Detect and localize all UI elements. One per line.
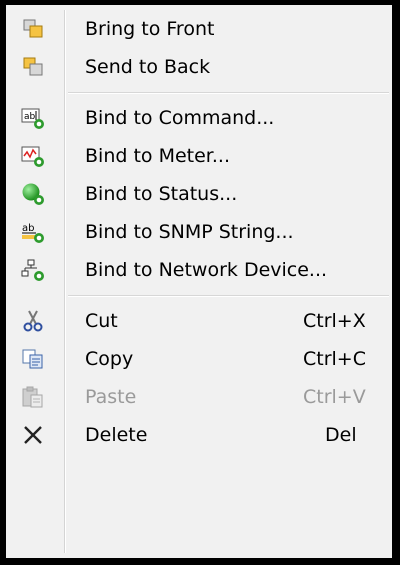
menu-item-bring-to-front[interactable]: Bring to Front xyxy=(9,10,389,48)
menu-item-label: Bind to Network Device... xyxy=(85,259,328,281)
menu-item-bind-to-command[interactable]: ab Bind to Command... xyxy=(9,99,389,137)
menu-item-label: Copy xyxy=(85,348,134,370)
menu-item-shortcut: Ctrl+C xyxy=(303,348,366,370)
menu-separator xyxy=(68,295,389,297)
menu-item-label: Bind to Meter... xyxy=(85,145,230,167)
menu-item-bind-to-snmp-string[interactable]: ab Bind to SNMP String... xyxy=(9,213,389,251)
scissors-icon xyxy=(21,309,45,333)
menu-item-delete[interactable]: Delete Del xyxy=(9,416,389,454)
menu-item-label: Bind to Status... xyxy=(85,183,238,205)
menu-item-label: Bring to Front xyxy=(85,18,215,40)
svg-text:ab: ab xyxy=(24,112,36,122)
bind-snmp-string-icon: ab xyxy=(21,220,45,244)
delete-x-icon xyxy=(21,423,45,447)
menu-item-label: Cut xyxy=(85,310,118,332)
menu-item-label: Bind to SNMP String... xyxy=(85,221,294,243)
send-to-back-icon xyxy=(21,55,45,79)
paste-icon xyxy=(21,385,45,409)
bind-meter-icon xyxy=(21,144,45,168)
bind-status-icon xyxy=(21,182,45,206)
menu-item-bind-to-network-device[interactable]: Bind to Network Device... xyxy=(9,251,389,289)
copy-icon xyxy=(21,347,45,371)
bind-network-device-icon xyxy=(21,258,45,282)
menu-item-shortcut: Ctrl+V xyxy=(303,386,366,408)
bind-command-icon: ab xyxy=(21,106,45,130)
bring-to-front-icon xyxy=(21,17,45,41)
menu-item-copy[interactable]: Copy Ctrl+C xyxy=(9,340,389,378)
menu-item-shortcut: Del xyxy=(325,424,357,446)
menu-item-send-to-back[interactable]: Send to Back xyxy=(9,48,389,86)
menu-item-shortcut: Ctrl+X xyxy=(303,310,366,332)
menu-separator xyxy=(68,92,389,94)
menu-item-bind-to-status[interactable]: Bind to Status... xyxy=(9,175,389,213)
context-menu: Bring to Front Send to Back ab Bind to C… xyxy=(6,5,392,558)
menu-item-label: Send to Back xyxy=(85,56,211,78)
menu-item-paste: Paste Ctrl+V xyxy=(9,378,389,416)
menu-item-cut[interactable]: Cut Ctrl+X xyxy=(9,302,389,340)
menu-item-label: Bind to Command... xyxy=(85,107,275,129)
svg-text:ab: ab xyxy=(22,223,34,234)
menu-item-label: Delete xyxy=(85,424,148,446)
menu-item-bind-to-meter[interactable]: Bind to Meter... xyxy=(9,137,389,175)
menu-item-label: Paste xyxy=(85,386,137,408)
